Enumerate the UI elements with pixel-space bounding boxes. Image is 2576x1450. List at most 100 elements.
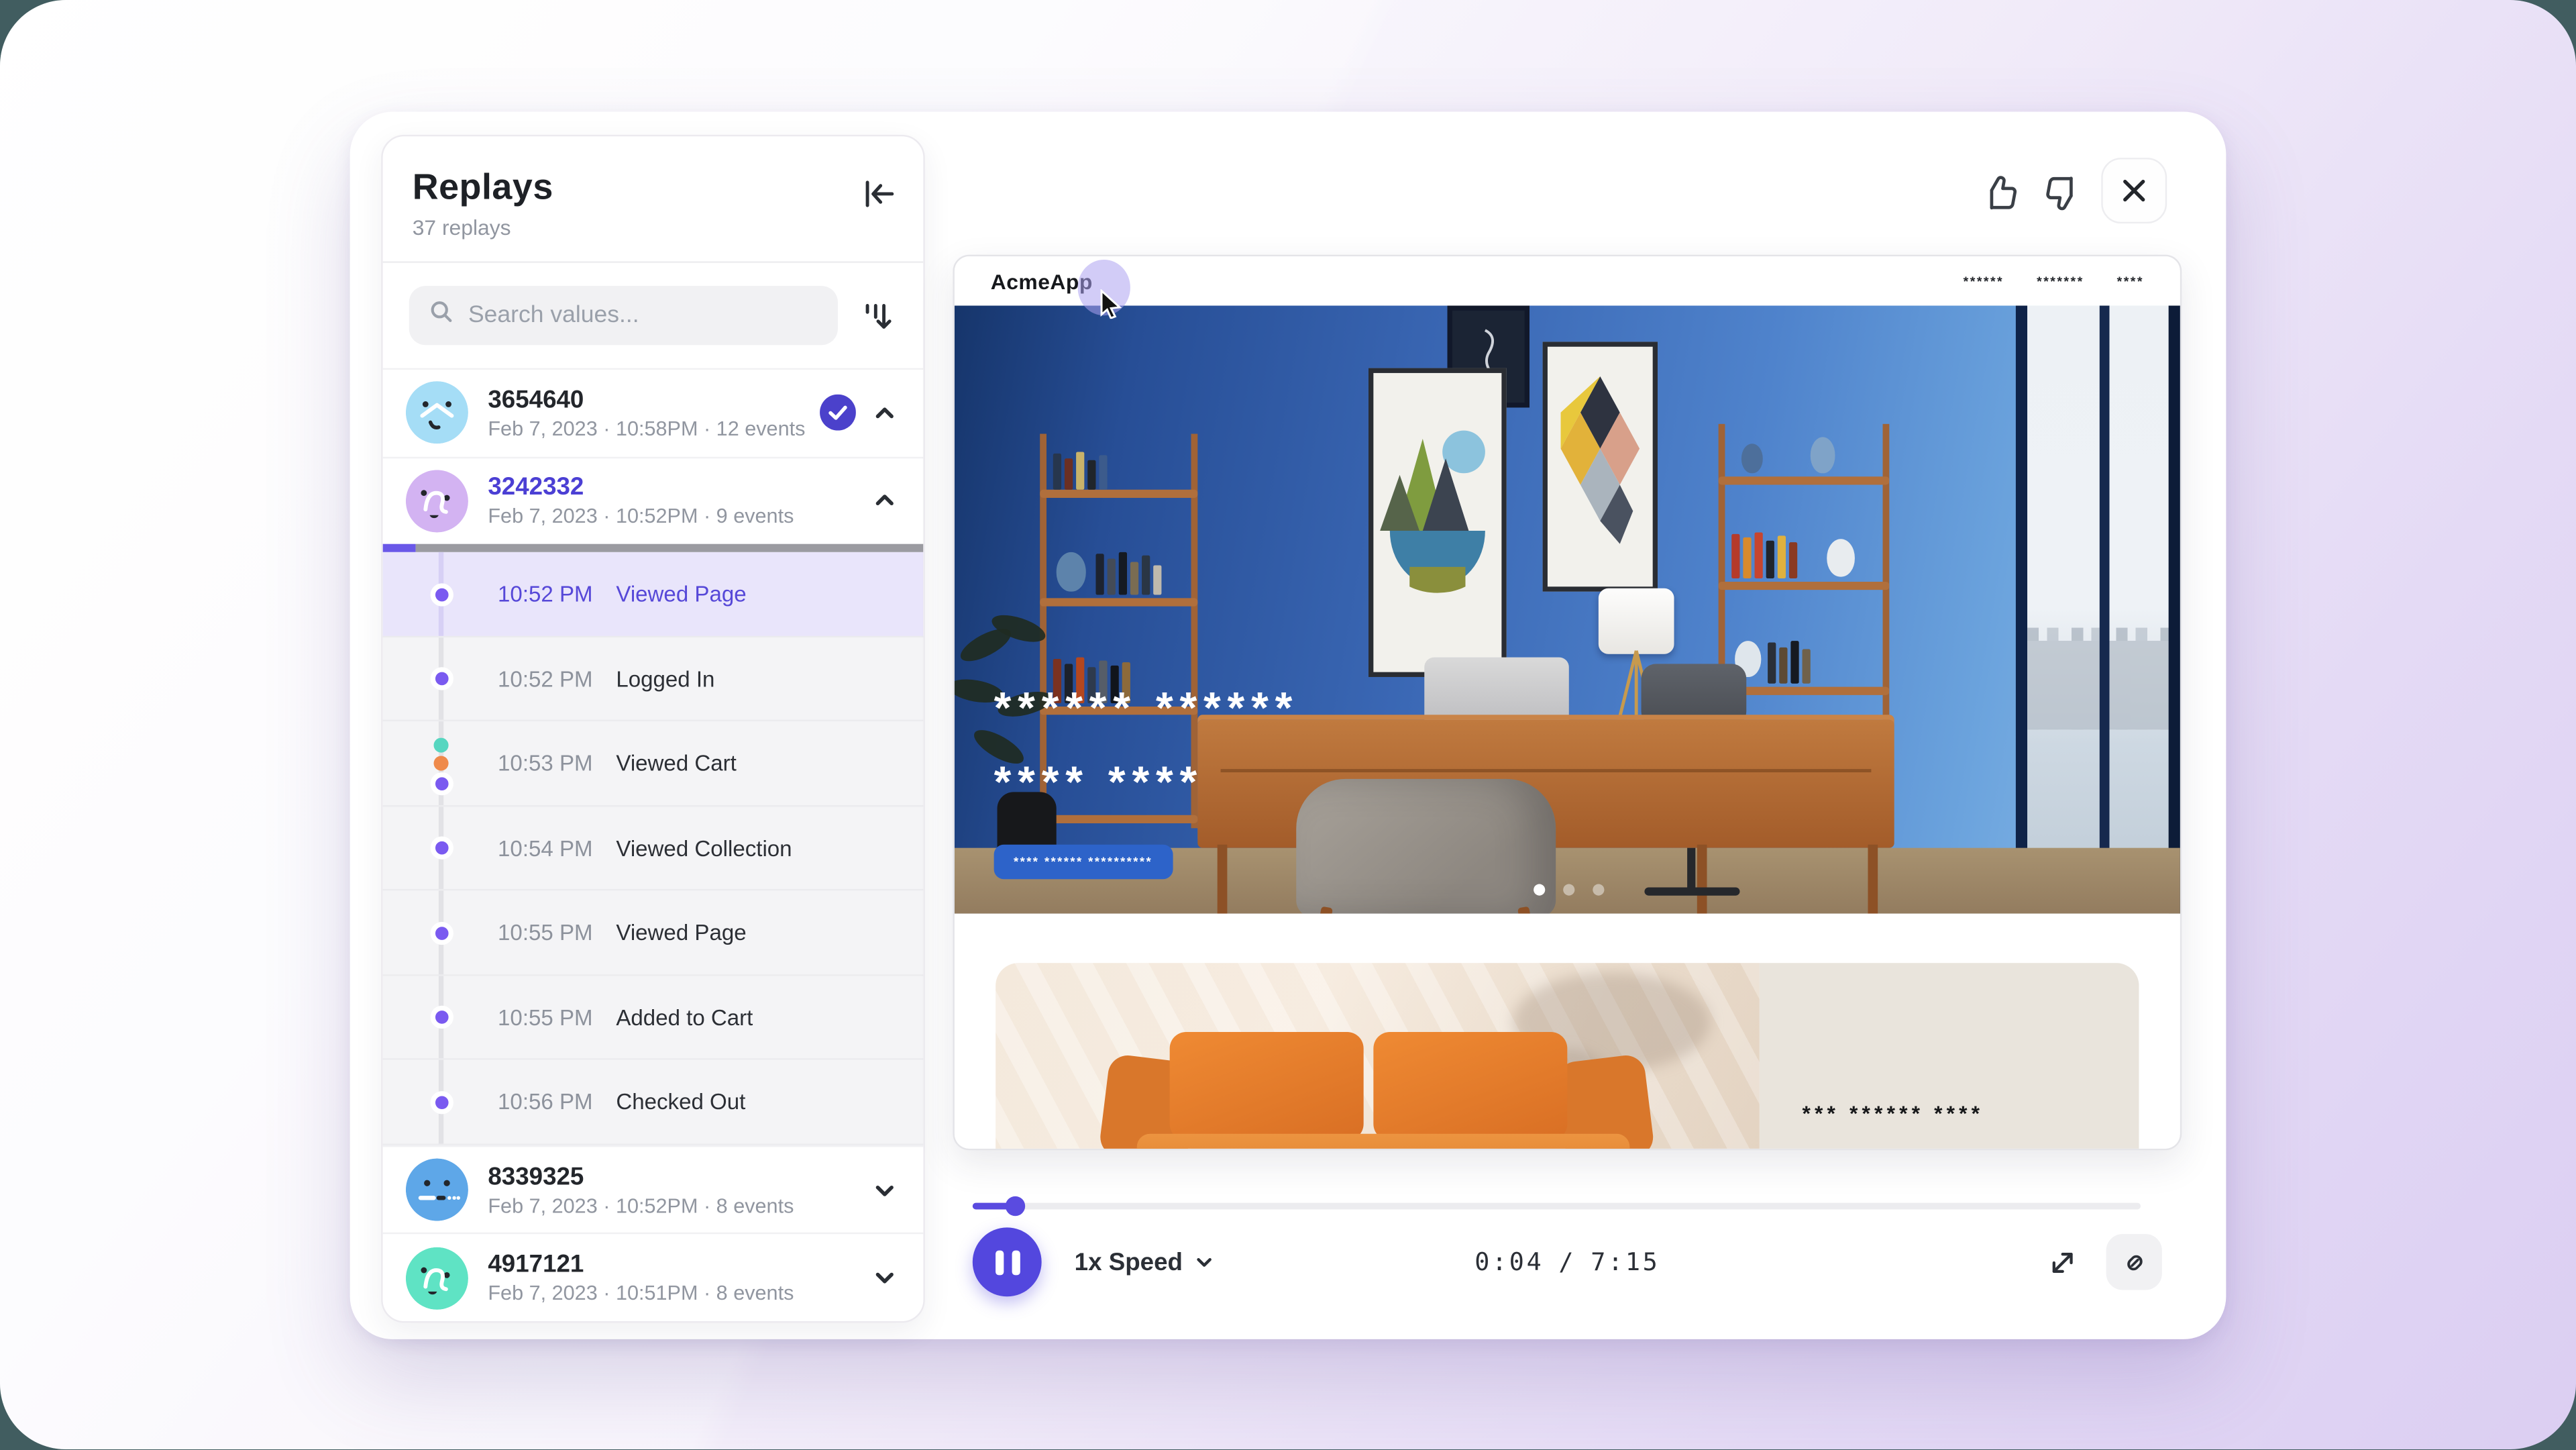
thumbs-down-icon[interactable] — [2039, 171, 2083, 215]
session-controls — [872, 1265, 900, 1290]
session-controls — [872, 1178, 900, 1202]
event-dot-orange — [434, 756, 449, 771]
event-row[interactable]: 10:56 PM Checked Out — [383, 1060, 924, 1145]
session-meta: Feb 7, 2023 · 10:51PM · 8 events — [488, 1282, 853, 1305]
hero-masked-heading: ****** ****** **** **** — [994, 687, 1299, 805]
event-time: 10:56 PM — [498, 1090, 616, 1115]
collapse-sidebar-icon[interactable] — [861, 176, 897, 212]
event-dot — [431, 667, 453, 690]
speed-label: 1x Speed — [1075, 1248, 1183, 1276]
site-content-section: *** ****** **** — [955, 914, 2180, 1149]
session-row-8339325[interactable]: 8339325 Feb 7, 2023 · 10:52PM · 8 events — [383, 1145, 924, 1233]
hero-heading-line2: **** **** — [994, 761, 1299, 805]
close-icon — [2121, 177, 2147, 203]
carousel-dot-active[interactable] — [1534, 884, 1545, 896]
search-input[interactable] — [468, 303, 818, 329]
scroll-indicator-fill — [383, 544, 415, 552]
session-meta: Feb 7, 2023 · 10:52PM · 9 events — [488, 505, 853, 528]
carousel-dot[interactable] — [1563, 884, 1574, 896]
mouse-cursor-icon — [1099, 289, 1124, 327]
event-row[interactable]: 10:52 PM Viewed Page — [383, 552, 924, 637]
session-controls — [872, 488, 900, 513]
screenshot-stage: Replays 37 replays — [0, 0, 2576, 1450]
time-total: 7:15 — [1591, 1247, 1660, 1277]
event-label: Viewed Page — [616, 920, 746, 945]
event-row[interactable]: 10:52 PM Logged In — [383, 637, 924, 722]
event-row[interactable]: 10:54 PM Viewed Collection — [383, 807, 924, 891]
replayed-site-header: AcmeApp ****** ******* **** — [955, 256, 2180, 305]
product-card-info: *** ****** **** — [1760, 963, 2139, 1150]
wall-art-mountains — [1368, 368, 1507, 677]
event-row[interactable]: 10:55 PM Added to Cart — [383, 976, 924, 1060]
session-row-3654640[interactable]: 3654640 Feb 7, 2023 · 10:58PM · 12 event… — [383, 368, 924, 456]
event-time: 10:55 PM — [498, 1005, 616, 1030]
progress-track[interactable] — [973, 1203, 2141, 1210]
scroll-indicator-track — [415, 544, 923, 552]
wall-art-diamonds — [1543, 342, 1658, 591]
armchair — [1296, 779, 1556, 914]
session-controls — [820, 395, 900, 431]
nav-item-masked: ****** — [1964, 274, 2004, 289]
pause-button[interactable] — [973, 1227, 1042, 1296]
watched-check-badge — [820, 395, 856, 431]
chevron-up-icon[interactable] — [872, 401, 897, 425]
event-label: Viewed Collection — [616, 835, 792, 860]
copy-link-button[interactable] — [2106, 1234, 2162, 1290]
expand-icon — [2045, 1245, 2080, 1279]
playback-progress-bar[interactable] — [973, 1196, 2141, 1216]
session-meta: Feb 7, 2023 · 10:58PM · 12 events — [488, 417, 800, 440]
session-avatar — [406, 1247, 468, 1309]
event-time: 10:54 PM — [498, 835, 616, 860]
session-id: 4917121 — [488, 1251, 853, 1279]
search-row — [383, 263, 924, 368]
replay-viewport[interactable]: AcmeApp ****** ******* **** — [953, 255, 2182, 1151]
chevron-down-icon[interactable] — [872, 1178, 897, 1202]
event-label: Viewed Page — [616, 582, 746, 607]
fullscreen-button[interactable] — [2045, 1245, 2080, 1279]
hero-cta-button[interactable]: **** ****** ********** — [994, 845, 1173, 879]
event-time: 10:52 PM — [498, 666, 616, 691]
event-time: 10:52 PM — [498, 582, 616, 607]
time-current: 0:04 — [1474, 1247, 1544, 1277]
close-button[interactable] — [2101, 158, 2167, 223]
carousel-dots[interactable] — [1534, 884, 1604, 896]
session-text: 3654640 Feb 7, 2023 · 10:58PM · 12 event… — [488, 386, 800, 440]
page-title: Replays — [413, 166, 894, 209]
event-time: 10:55 PM — [498, 920, 616, 945]
event-row[interactable]: 10:55 PM Viewed Page — [383, 891, 924, 976]
search-input-wrap[interactable] — [409, 286, 838, 345]
event-dot-teal — [434, 738, 449, 753]
session-avatar — [406, 470, 468, 532]
session-id: 3654640 — [488, 386, 800, 414]
nav-item-masked: ******* — [2037, 274, 2084, 289]
event-label: Added to Cart — [616, 1005, 753, 1030]
event-dot — [431, 837, 453, 860]
session-row-3242332[interactable]: 3242332 Feb 7, 2023 · 10:52PM · 9 events — [383, 456, 924, 544]
nav-item-masked: **** — [2117, 274, 2144, 289]
product-card[interactable]: *** ****** **** — [996, 963, 2139, 1150]
hero-carousel-slide: ****** ****** **** **** **** ****** ****… — [955, 306, 2182, 914]
session-scroll-indicator[interactable] — [383, 544, 924, 552]
session-id: 3242332 — [488, 474, 853, 502]
thumbs-up-icon[interactable] — [1980, 171, 2024, 215]
session-row-4917121[interactable]: 4917121 Feb 7, 2023 · 10:51PM · 8 events — [383, 1233, 924, 1321]
search-icon — [429, 299, 453, 332]
chevron-up-icon[interactable] — [872, 488, 897, 513]
replays-count: 37 replays — [413, 215, 894, 240]
link-icon — [2120, 1248, 2148, 1276]
laptop — [1424, 658, 1569, 727]
speed-selector[interactable]: 1x Speed — [1075, 1248, 1214, 1276]
event-dot — [431, 921, 453, 944]
progress-handle[interactable] — [1006, 1196, 1025, 1216]
session-text: 3242332 Feb 7, 2023 · 10:52PM · 9 events — [488, 474, 853, 528]
sort-icon[interactable] — [857, 296, 897, 335]
event-time: 10:53 PM — [498, 751, 616, 776]
event-label: Viewed Cart — [616, 751, 737, 776]
event-dot — [431, 1090, 453, 1113]
event-dot — [431, 1006, 453, 1029]
event-row[interactable]: 10:53 PM Viewed Cart — [383, 722, 924, 807]
session-meta: Feb 7, 2023 · 10:52PM · 8 events — [488, 1194, 853, 1216]
chevron-down-icon[interactable] — [872, 1265, 897, 1290]
carousel-dot[interactable] — [1593, 884, 1604, 896]
product-caption-masked: *** ****** **** — [1803, 1101, 1984, 1126]
